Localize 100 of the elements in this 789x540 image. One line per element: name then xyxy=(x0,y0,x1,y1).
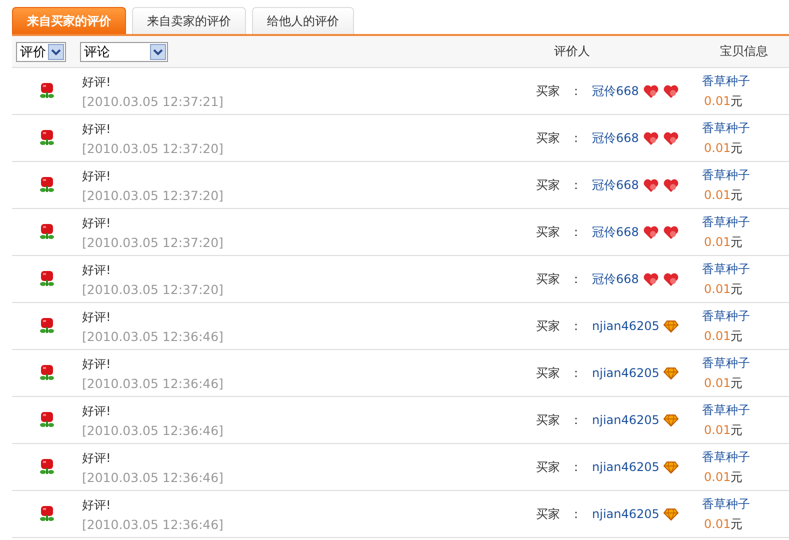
comment-text: 好评! xyxy=(82,262,112,278)
comment-time: [2010.03.05 12:37:21] xyxy=(82,94,224,108)
comment-text: 好评! xyxy=(82,214,112,232)
separator-text: ： xyxy=(570,412,582,428)
item-price: 0.01 xyxy=(704,234,731,248)
item-price: 0.01 xyxy=(704,470,731,484)
comment-text: 好评! xyxy=(82,402,112,420)
rater-role: 买家 xyxy=(536,82,560,100)
flower-icon xyxy=(38,364,56,382)
tab[interactable]: 给他人的评价 xyxy=(252,7,354,34)
comment-text: 好评! xyxy=(82,496,112,514)
item-price: 0.01 xyxy=(704,328,731,342)
flower-icon xyxy=(38,270,56,288)
diamond-icon xyxy=(663,320,680,332)
diamond-icon xyxy=(663,366,680,380)
comment-time: [2010.03.05 12:36:46] xyxy=(82,422,224,438)
comment-text: 好评! xyxy=(82,74,112,90)
heart-icon xyxy=(642,178,659,192)
currency-unit: 元 xyxy=(730,188,743,202)
rater-name-link[interactable]: njian46205 xyxy=(592,319,660,333)
item-link[interactable]: 香草种子 xyxy=(702,448,750,466)
item-link[interactable]: 香草种子 xyxy=(702,214,750,230)
rater-role: 买家 xyxy=(536,224,560,240)
rater-name-link[interactable]: njian46205 xyxy=(592,460,660,474)
comment-text: 好评! xyxy=(82,450,112,466)
rater-name-link[interactable]: njian46205 xyxy=(592,413,660,427)
flower-icon xyxy=(38,317,56,335)
item-price: 0.01 xyxy=(704,422,731,436)
flower-icon xyxy=(38,82,56,100)
rater-name-link[interactable]: 冠伶668 xyxy=(592,130,639,146)
heart-icon xyxy=(662,272,679,286)
rater-role: 买家 xyxy=(536,458,560,476)
item-link[interactable]: 香草种子 xyxy=(702,260,750,278)
comment-time: [2010.03.05 12:36:46] xyxy=(82,328,224,344)
rater-name-link[interactable]: 冠伶668 xyxy=(592,270,639,288)
separator-text: ： xyxy=(570,458,582,476)
comment-text: 好评! xyxy=(82,168,112,184)
separator-text: ： xyxy=(570,176,582,194)
flower-icon xyxy=(38,129,56,147)
flower-icon xyxy=(38,505,56,523)
separator-text: ： xyxy=(570,130,582,146)
item-link[interactable]: 香草种子 xyxy=(702,402,750,418)
rater-name-link[interactable]: 冠伶668 xyxy=(592,176,639,194)
item-price: 0.01 xyxy=(704,188,731,202)
currency-unit: 元 xyxy=(730,328,743,342)
rater-role: 买家 xyxy=(536,318,560,334)
heart-icon xyxy=(662,84,679,98)
heart-icon xyxy=(662,178,679,192)
currency-unit: 元 xyxy=(730,376,743,390)
rater-name-link[interactable]: 冠伶668 xyxy=(592,82,639,100)
heart-icon xyxy=(662,130,679,146)
currency-unit: 元 xyxy=(730,94,743,108)
filter-dropdown[interactable]: 评价 xyxy=(16,42,66,62)
diamond-icon xyxy=(663,414,680,426)
comment-text: 好评! xyxy=(82,356,112,372)
diamond-icon xyxy=(663,460,680,474)
rater-name-link[interactable]: njian46205 xyxy=(592,366,660,380)
comment-text: 好评! xyxy=(82,120,112,138)
item-link[interactable]: 香草种子 xyxy=(702,120,750,136)
comment-time: [2010.03.05 12:37:20] xyxy=(82,188,224,202)
item-price: 0.01 xyxy=(704,140,731,154)
rater-role: 买家 xyxy=(536,364,560,382)
heart-icon xyxy=(642,272,659,286)
tab[interactable]: 来自卖家的评价 xyxy=(132,7,246,34)
flower-icon xyxy=(38,223,56,241)
currency-unit: 元 xyxy=(730,470,743,484)
separator-text: ： xyxy=(570,82,582,100)
currency-unit: 元 xyxy=(730,140,743,154)
heart-icon xyxy=(642,84,659,98)
rater-name-link[interactable]: 冠伶668 xyxy=(592,224,639,240)
separator-text: ： xyxy=(570,224,582,240)
comment-time: [2010.03.05 12:37:20] xyxy=(82,234,224,250)
separator-text: ： xyxy=(570,506,582,522)
item-link[interactable]: 香草种子 xyxy=(702,72,750,90)
flower-icon xyxy=(38,458,56,476)
item-link[interactable]: 香草种子 xyxy=(702,308,750,324)
comment-time: [2010.03.05 12:37:20] xyxy=(82,140,224,156)
item-price: 0.01 xyxy=(704,376,731,390)
heart-icon xyxy=(662,224,679,240)
rater-role: 买家 xyxy=(536,270,560,288)
flower-icon xyxy=(38,176,56,194)
item-link[interactable]: 香草种子 xyxy=(702,354,750,372)
comment-text: 好评! xyxy=(82,308,112,326)
filter-dropdown[interactable]: 评论 xyxy=(80,42,168,62)
currency-unit: 元 xyxy=(730,282,743,296)
rater-role: 买家 xyxy=(536,130,560,146)
item-link[interactable]: 香草种子 xyxy=(702,496,750,512)
currency-unit: 元 xyxy=(730,516,743,530)
item-price: 0.01 xyxy=(704,516,731,530)
item-link[interactable]: 香草种子 xyxy=(702,166,750,184)
item-price: 0.01 xyxy=(704,94,731,108)
comment-time: [2010.03.05 12:37:20] xyxy=(82,282,224,296)
rater-role: 买家 xyxy=(536,412,560,428)
separator-text: ： xyxy=(570,318,582,334)
flower-icon xyxy=(38,411,56,429)
heart-icon xyxy=(642,224,659,240)
separator-text: ： xyxy=(570,270,582,288)
comment-time: [2010.03.05 12:36:46] xyxy=(82,470,224,484)
comment-time: [2010.03.05 12:36:46] xyxy=(82,516,224,532)
rater-name-link[interactable]: njian46205 xyxy=(592,507,660,521)
